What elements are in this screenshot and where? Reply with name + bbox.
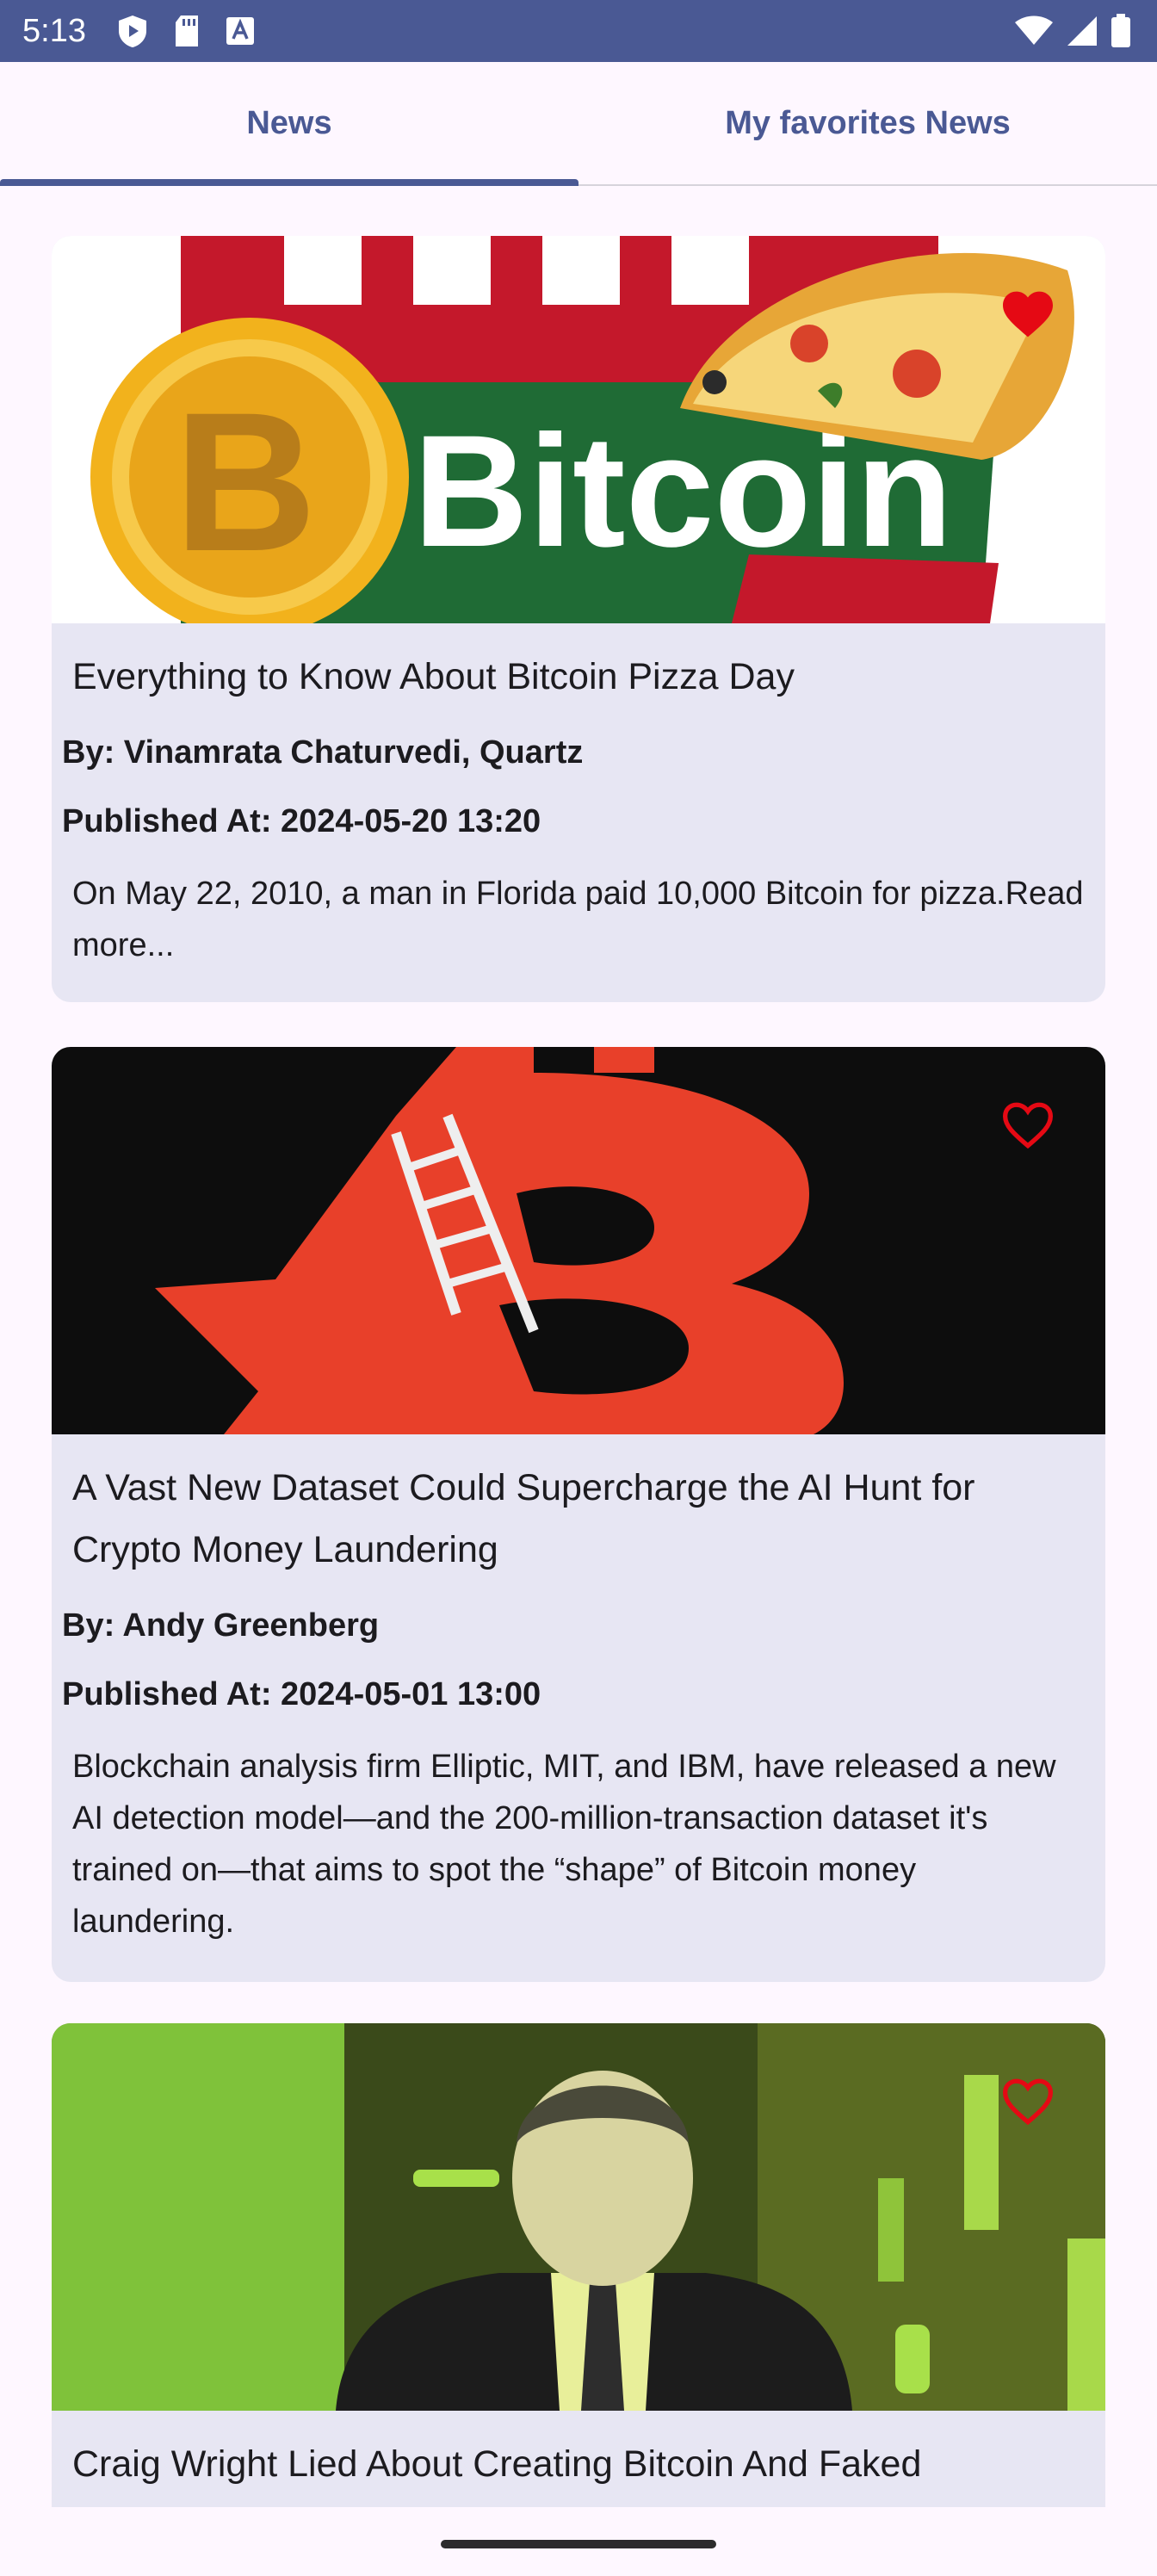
status-icons-right	[1014, 14, 1131, 53]
article-published: Published At: 2024-05-01 13:00	[62, 1676, 541, 1712]
wifi-icon	[1014, 15, 1054, 51]
sd-card-icon	[174, 14, 200, 53]
svg-text:B: B	[174, 371, 317, 592]
text-a-icon	[226, 16, 255, 50]
status-icons-left	[117, 14, 255, 53]
heart-outline-icon	[1002, 1102, 1054, 1149]
shield-play-icon	[117, 14, 148, 53]
tab-news-label: News	[246, 104, 332, 141]
gesture-nav-handle[interactable]	[441, 2540, 716, 2548]
article-card[interactable]: Craig Wright Lied About Creating Bitcoin…	[52, 2023, 1105, 2507]
status-time: 5:13	[22, 13, 86, 49]
article-card[interactable]: A Vast New Dataset Could Supercharge the…	[52, 1047, 1105, 1982]
article-title: Everything to Know About Bitcoin Pizza D…	[72, 656, 795, 697]
article-author: By: Vinamrata Chaturvedi, Quartz	[62, 734, 584, 771]
favorite-button[interactable]	[1000, 2077, 1055, 2127]
article-title: A Vast New Dataset Could Supercharge the…	[72, 1467, 975, 1570]
article-image	[52, 2023, 1105, 2411]
news-feed[interactable]: B Bitcoin Everything to Know About Bitco…	[0, 186, 1157, 2507]
article-image	[52, 1047, 1105, 1434]
tab-my-favorites-label: My favorites News	[725, 104, 1011, 141]
article-title: Craig Wright Lied About Creating Bitcoin…	[72, 2443, 922, 2485]
article-card[interactable]: B Bitcoin Everything to Know About Bitco…	[52, 236, 1105, 1002]
favorite-button[interactable]	[1000, 289, 1055, 339]
tab-bar: News My favorites News	[0, 62, 1157, 186]
article-published: Published At: 2024-05-20 13:20	[62, 803, 541, 839]
heart-outline-icon	[1002, 2078, 1054, 2126]
battery-icon	[1111, 14, 1131, 53]
status-bar: 5:13	[0, 0, 1157, 62]
heart-filled-icon	[1003, 291, 1053, 337]
article-author: By: Andy Greenberg	[62, 1607, 380, 1644]
favorite-button[interactable]	[1000, 1100, 1055, 1150]
tab-news[interactable]: News	[0, 62, 578, 186]
article-image: B Bitcoin	[52, 236, 1105, 623]
article-description: On May 22, 2010, a man in Florida paid 1…	[72, 876, 1084, 963]
article-description: Blockchain analysis firm Elliptic, MIT, …	[72, 1749, 1056, 1940]
cell-signal-icon	[1066, 15, 1098, 52]
tab-indicator	[0, 179, 578, 186]
tab-my-favorites[interactable]: My favorites News	[578, 62, 1157, 184]
